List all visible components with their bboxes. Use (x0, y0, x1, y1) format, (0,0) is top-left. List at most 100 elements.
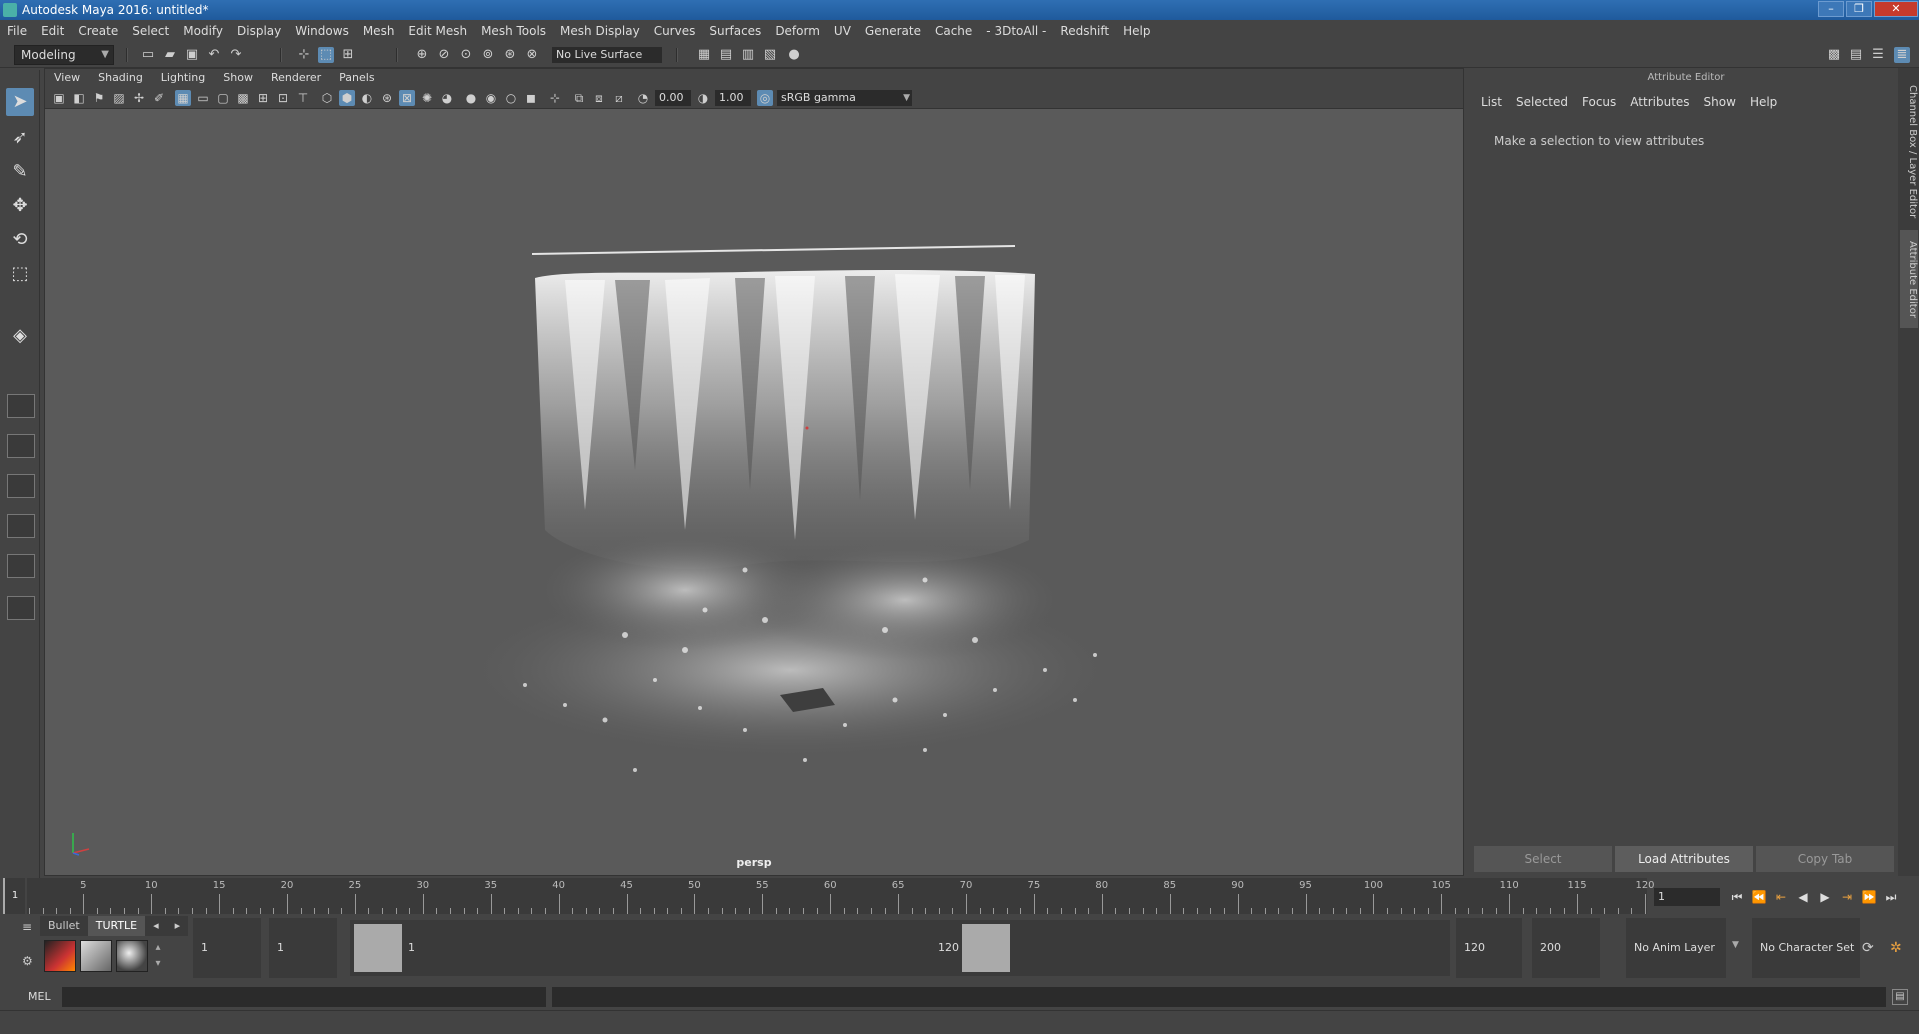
shelf-scroll-icon[interactable]: ▴ ▾ (152, 940, 164, 972)
playback-start-field[interactable]: 1 (269, 918, 337, 978)
select-hierarchy-icon[interactable]: ⊹ (296, 47, 312, 63)
playback-end-field[interactable]: 120 (1456, 918, 1522, 978)
wireframe-on-shaded-icon[interactable]: ⊛ (379, 90, 395, 106)
field-chart-icon[interactable]: ⊞ (255, 90, 271, 106)
menu-edit[interactable]: Edit (34, 20, 71, 42)
grease-pencil-icon[interactable]: ✐ (151, 90, 167, 106)
isolate-select-icon[interactable]: ⊹ (547, 90, 563, 106)
use-all-lights-icon[interactable]: ✺ (419, 90, 435, 106)
depth-of-field-icon[interactable]: ◼ (523, 90, 539, 106)
2d-pan-zoom-icon[interactable]: ✢ (131, 90, 147, 106)
shadows-icon[interactable]: ◕ (439, 90, 455, 106)
step-forward-key-icon[interactable]: ⇥ (1838, 888, 1856, 906)
step-back-frame-icon[interactable]: ⏪ (1750, 888, 1768, 906)
view-transform-select[interactable]: sRGB gamma ▼ (777, 90, 912, 106)
rotate-tool-icon[interactable]: ⟲ (6, 226, 34, 254)
step-forward-frame-icon[interactable]: ⏩ (1860, 888, 1878, 906)
range-start-handle[interactable] (354, 924, 402, 972)
mel-language-label[interactable]: MEL (28, 984, 51, 1010)
resolution-gate-icon[interactable]: ▢ (215, 90, 231, 106)
turtle-sphere-icon[interactable] (116, 940, 148, 972)
xray-joints-icon[interactable]: ⧈ (591, 90, 607, 106)
maximize-button[interactable]: ❐ (1846, 1, 1872, 17)
grid-icon[interactable]: ▦ (175, 90, 191, 106)
persp-graph-layout-icon[interactable] (7, 514, 35, 538)
safe-action-icon[interactable]: ⊡ (275, 90, 291, 106)
menu-mesh-tools[interactable]: Mesh Tools (474, 20, 553, 42)
shelf-tab-turtle[interactable]: TURTLE (87, 916, 146, 936)
custom-layout-icon[interactable] (7, 596, 35, 620)
mel-command-input[interactable] (62, 987, 546, 1007)
channel-box-tab[interactable]: Channel Box / Layer Editor (1900, 82, 1918, 222)
chevron-down-icon[interactable]: ▼ (1732, 940, 1739, 950)
gamma-icon[interactable]: ◑ (695, 90, 711, 106)
range-end-handle[interactable] (962, 924, 1010, 972)
move-tool-icon[interactable]: ✥ (6, 192, 34, 220)
time-slider-track[interactable]: 5 10 15 20 25 30 35 40 45 50 55 60 65 70 75 80 85 90 95 100… (27, 878, 1655, 914)
panel-menu-lighting[interactable]: Lighting (152, 69, 214, 87)
snap-grid-icon[interactable]: ⊕ (414, 47, 430, 63)
default-material-icon[interactable]: ◐ (359, 90, 375, 106)
smooth-shade-icon[interactable]: ⬢ (339, 90, 355, 106)
textured-icon[interactable]: ⊠ (399, 90, 415, 106)
screen-space-ao-icon[interactable]: ● (463, 90, 479, 106)
snap-point-icon[interactable]: ⊙ (458, 47, 474, 63)
menu-cache[interactable]: Cache (928, 20, 979, 42)
lasso-tool-icon[interactable]: ➶ (6, 124, 34, 152)
color-management-icon[interactable]: ◎ (757, 90, 773, 106)
motion-blur-icon[interactable]: ◉ (483, 90, 499, 106)
menu-select[interactable]: Select (125, 20, 176, 42)
ae-menu-attributes[interactable]: Attributes (1623, 92, 1696, 112)
menu-generate[interactable]: Generate (858, 20, 928, 42)
turtle-bake-icon[interactable] (80, 940, 112, 972)
perspective-viewport[interactable]: persp (45, 110, 1463, 875)
snap-view-plane-icon[interactable]: ⊚ (480, 47, 496, 63)
hypershade-layout-icon[interactable] (7, 554, 35, 578)
play-backwards-icon[interactable]: ◀ (1794, 888, 1812, 906)
menu-display[interactable]: Display (230, 20, 288, 42)
xray-components-icon[interactable]: ⧄ (611, 90, 627, 106)
auto-key-icon[interactable]: ⟳ (1862, 940, 1874, 956)
menu-3dtoall[interactable]: - 3DtoAll - (979, 20, 1053, 42)
persp-outliner-layout-icon[interactable] (7, 474, 35, 498)
panel-menu-show[interactable]: Show (214, 69, 262, 87)
hypershade-icon[interactable]: ● (786, 47, 802, 63)
menu-mesh-display[interactable]: Mesh Display (553, 20, 647, 42)
shelf-tab-bullet[interactable]: Bullet (40, 916, 88, 936)
shelf-scroll-left-icon[interactable]: ◂ (145, 916, 167, 936)
wireframe-icon[interactable]: ⬡ (319, 90, 335, 106)
paint-select-tool-icon[interactable]: ✎ (6, 158, 34, 186)
four-view-layout-icon[interactable] (7, 434, 35, 458)
save-scene-icon[interactable]: ▣ (184, 47, 200, 63)
select-button[interactable]: Select (1474, 846, 1612, 872)
menu-edit-mesh[interactable]: Edit Mesh (401, 20, 474, 42)
go-to-end-icon[interactable]: ⏭ (1882, 888, 1900, 906)
undo-icon[interactable]: ↶ (206, 47, 222, 63)
minimize-button[interactable]: – (1818, 1, 1844, 17)
panel-menu-shading[interactable]: Shading (89, 69, 152, 87)
menu-file[interactable]: File (0, 20, 34, 42)
current-frame-field[interactable]: 1 (1654, 888, 1720, 906)
shelf-menu-icon[interactable]: ≡ (22, 920, 36, 934)
script-editor-icon[interactable]: ▤ (1892, 989, 1908, 1005)
snap-curve-icon[interactable]: ⊘ (436, 47, 452, 63)
render-settings-icon[interactable]: ▦ (696, 47, 712, 63)
character-set-select[interactable]: No Character Set (1752, 918, 1860, 978)
camera-attributes-icon[interactable]: ◧ (71, 90, 87, 106)
anim-layer-select[interactable]: No Anim Layer (1626, 918, 1726, 978)
exposure-field[interactable]: 0.00 (655, 90, 691, 106)
attribute-editor-tab[interactable]: Attribute Editor (1900, 230, 1918, 328)
show-manipulator-icon[interactable]: ◈ (6, 322, 34, 350)
ae-menu-show[interactable]: Show (1697, 92, 1743, 112)
shelf-scroll-right-icon[interactable]: ▸ (166, 916, 189, 936)
ae-menu-list[interactable]: List (1474, 92, 1509, 112)
channel-box-icon[interactable]: ≣ (1894, 47, 1910, 63)
image-plane-icon[interactable]: ▨ (111, 90, 127, 106)
load-attributes-button[interactable]: Load Attributes (1615, 846, 1753, 872)
live-surface-field[interactable]: No Live Surface (552, 47, 662, 63)
panel-menu-renderer[interactable]: Renderer (262, 69, 330, 87)
close-button[interactable]: ✕ (1874, 1, 1918, 17)
select-object-icon[interactable]: ⬚ (318, 47, 334, 63)
playback-range-bar[interactable]: 1 120 (350, 920, 1450, 976)
select-tool-icon[interactable]: ➤ (6, 88, 34, 116)
